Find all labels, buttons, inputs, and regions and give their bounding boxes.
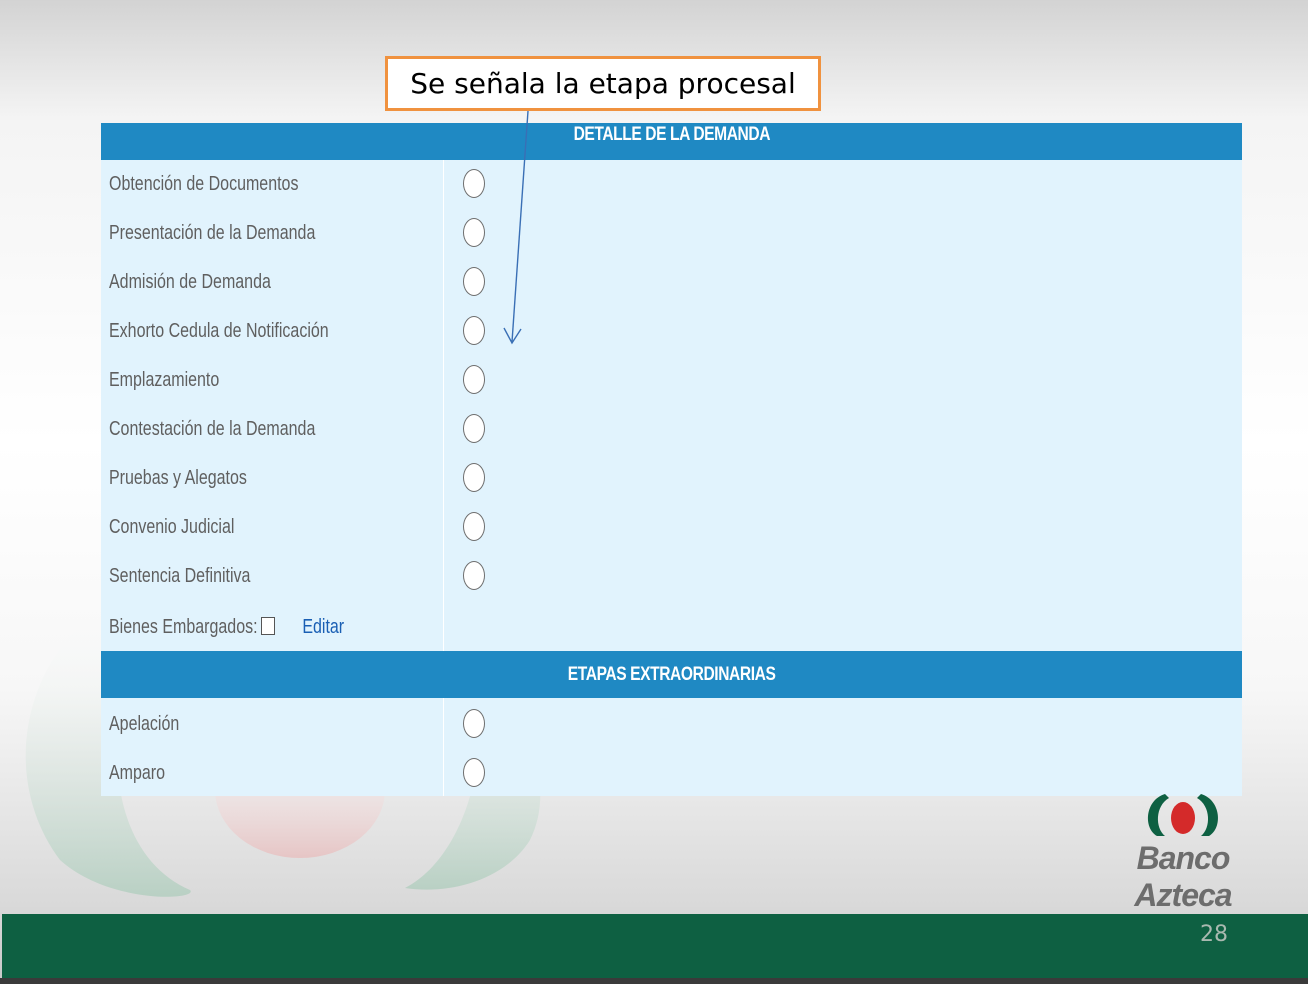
bienes-label: Bienes Embargados:	[109, 616, 258, 638]
stage-label: Obtención de Documentos	[109, 173, 299, 195]
stage-radio[interactable]	[463, 218, 485, 247]
stage-row: Obtención de Documentos	[101, 160, 1242, 209]
stage-radio[interactable]	[463, 365, 485, 394]
banco-azteca-logo: Banco Azteca	[1093, 790, 1273, 913]
bottom-edge	[0, 978, 1308, 984]
extra-stage-row: Amparo	[101, 749, 1242, 796]
annotation-callout: Se señala la etapa procesal	[385, 56, 821, 111]
callout-text: Se señala la etapa procesal	[410, 67, 796, 100]
stage-label: Admisión de Demanda	[109, 271, 271, 293]
stage-label: Pruebas y Alegatos	[109, 467, 247, 489]
bienes-checkbox[interactable]	[260, 617, 275, 635]
stage-radio[interactable]	[463, 709, 485, 738]
footer-bar: 28	[2, 914, 1308, 978]
bienes-group: Bienes Embargados: Editar	[109, 603, 344, 652]
stage-row: Sentencia Definitiva	[101, 552, 1242, 601]
stage-radio[interactable]	[463, 512, 485, 541]
stage-label: Sentencia Definitiva	[109, 565, 251, 587]
stage-radio[interactable]	[463, 316, 485, 345]
stage-label: Apelación	[109, 713, 180, 735]
section-header-extraordinarias: ETAPAS EXTRAORDINARIAS	[101, 651, 1242, 698]
stage-label: Presentación de la Demanda	[109, 222, 316, 244]
stage-row: Admisión de Demanda	[101, 258, 1242, 307]
stage-label: Amparo	[109, 762, 166, 784]
stage-radio[interactable]	[463, 169, 485, 198]
section-header-detalle: DETALLE DE LA DEMANDA	[101, 123, 1242, 160]
stage-label: Exhorto Cedula de Notificación	[109, 320, 329, 342]
edit-link[interactable]: Editar	[302, 616, 344, 638]
brand-name: Banco Azteca	[1134, 840, 1232, 913]
stage-row: Pruebas y Alegatos	[101, 454, 1242, 503]
stage-label: Convenio Judicial	[109, 516, 235, 538]
stage-radio[interactable]	[463, 561, 485, 590]
extra-stage-row: Apelación	[101, 700, 1242, 749]
page-number: 28	[1200, 922, 1228, 947]
bienes-row: Bienes Embargados: Editar	[101, 603, 1242, 652]
stage-radio[interactable]	[463, 414, 485, 443]
demand-detail-panel: DETALLE DE LA DEMANDA Obtención de Docum…	[101, 123, 1242, 796]
stage-row: Presentación de la Demanda	[101, 209, 1242, 258]
stage-row: Exhorto Cedula de Notificación	[101, 307, 1242, 356]
stage-radio[interactable]	[463, 758, 485, 787]
stage-row: Convenio Judicial	[101, 503, 1242, 552]
stage-row: Contestación de la Demanda	[101, 405, 1242, 454]
section-title: DETALLE DE LA DEMANDA	[573, 124, 770, 145]
stage-row: Emplazamiento	[101, 356, 1242, 405]
section-title: ETAPAS EXTRAORDINARIAS	[567, 664, 776, 685]
stage-label: Contestación de la Demanda	[109, 418, 316, 440]
logo-mark-icon	[1147, 794, 1219, 836]
stage-label: Emplazamiento	[109, 369, 220, 391]
stage-radio[interactable]	[463, 463, 485, 492]
stage-radio[interactable]	[463, 267, 485, 296]
